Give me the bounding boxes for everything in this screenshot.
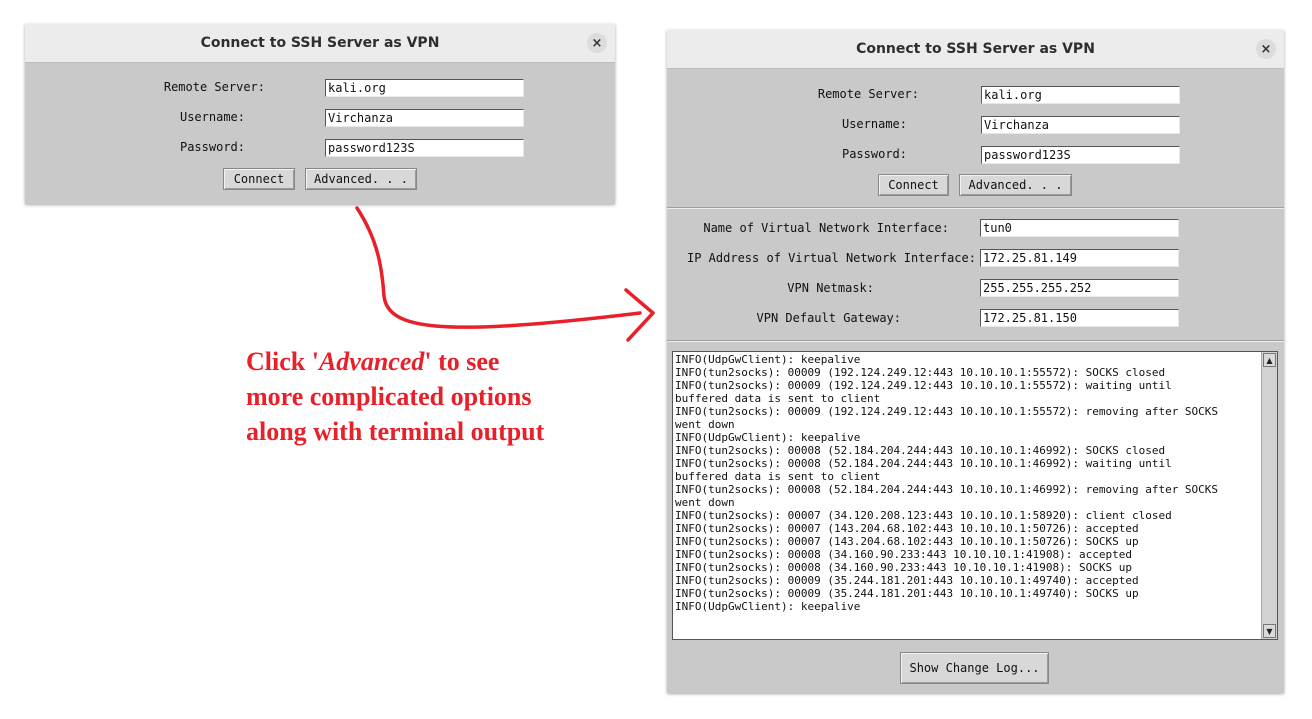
dialog-simple-titlebar: Connect to SSH Server as VPN × <box>25 24 615 63</box>
iface-name-input[interactable]: tun0 <box>980 219 1179 237</box>
iface-name-label: Name of Virtual Network Interface: <box>703 221 949 235</box>
dialog-advanced: Connect to SSH Server as VPN × Remote Se… <box>667 30 1284 693</box>
scroll-down-arrow-icon[interactable]: ▼ <box>1263 624 1276 638</box>
advanced-button[interactable]: Advanced. . . <box>959 174 1072 196</box>
annotation-text: Click 'Advanced' to see more complicated… <box>246 344 544 449</box>
separator <box>667 207 1284 209</box>
dialog-title: Connect to SSH Server as VPN <box>856 41 1095 57</box>
show-change-log-button[interactable]: Show Change Log... <box>900 652 1049 684</box>
netmask-input[interactable]: 255.255.255.252 <box>980 279 1179 297</box>
gateway-input[interactable]: 172.25.81.150 <box>980 309 1179 327</box>
scroll-up-arrow-icon[interactable]: ▲ <box>1263 353 1276 367</box>
connect-button[interactable]: Connect <box>878 174 949 196</box>
terminal-log-text: INFO(UdpGwClient): keepalive INFO(tun2so… <box>675 353 1219 613</box>
remote-server-input[interactable]: kali.org <box>325 79 524 97</box>
separator <box>667 340 1284 342</box>
dialog-title: Connect to SSH Server as VPN <box>200 35 440 51</box>
netmask-label: VPN Netmask: <box>787 281 874 295</box>
dialog-simple: Connect to SSH Server as VPN × Remote Se… <box>25 24 615 204</box>
annotation-line-1: Click 'Advanced' to see <box>246 347 500 376</box>
remote-server-label: Remote Server: <box>817 87 919 101</box>
username-input[interactable]: Virchanza <box>981 116 1180 134</box>
terminal-scrollbar[interactable]: ▲ ▼ <box>1261 352 1277 639</box>
gateway-label: VPN Default Gateway: <box>756 311 902 325</box>
username-label: Username: <box>179 110 245 124</box>
password-label: Password: <box>841 147 907 161</box>
annotation-line-3: along with terminal output <box>246 417 545 446</box>
iface-ip-label: IP Address of Virtual Network Interface: <box>687 251 976 265</box>
username-input[interactable]: Virchanza <box>325 109 524 127</box>
close-icon[interactable]: × <box>587 33 607 53</box>
terminal-output[interactable]: INFO(UdpGwClient): keepalive INFO(tun2so… <box>672 351 1278 640</box>
password-label: Password: <box>179 140 245 154</box>
dialog-advanced-titlebar: Connect to SSH Server as VPN × <box>667 30 1284 69</box>
password-input[interactable]: password123S <box>325 139 524 157</box>
annotation-line-2: more complicated options <box>246 382 532 411</box>
advanced-button[interactable]: Advanced. . . <box>305 168 417 190</box>
remote-server-input[interactable]: kali.org <box>981 86 1180 104</box>
iface-ip-input[interactable]: 172.25.81.149 <box>980 249 1179 267</box>
username-label: Username: <box>841 117 907 131</box>
close-icon[interactable]: × <box>1256 39 1276 59</box>
remote-server-label: Remote Server: <box>163 80 265 94</box>
password-input[interactable]: password123S <box>981 146 1180 164</box>
connect-button[interactable]: Connect <box>223 168 295 190</box>
